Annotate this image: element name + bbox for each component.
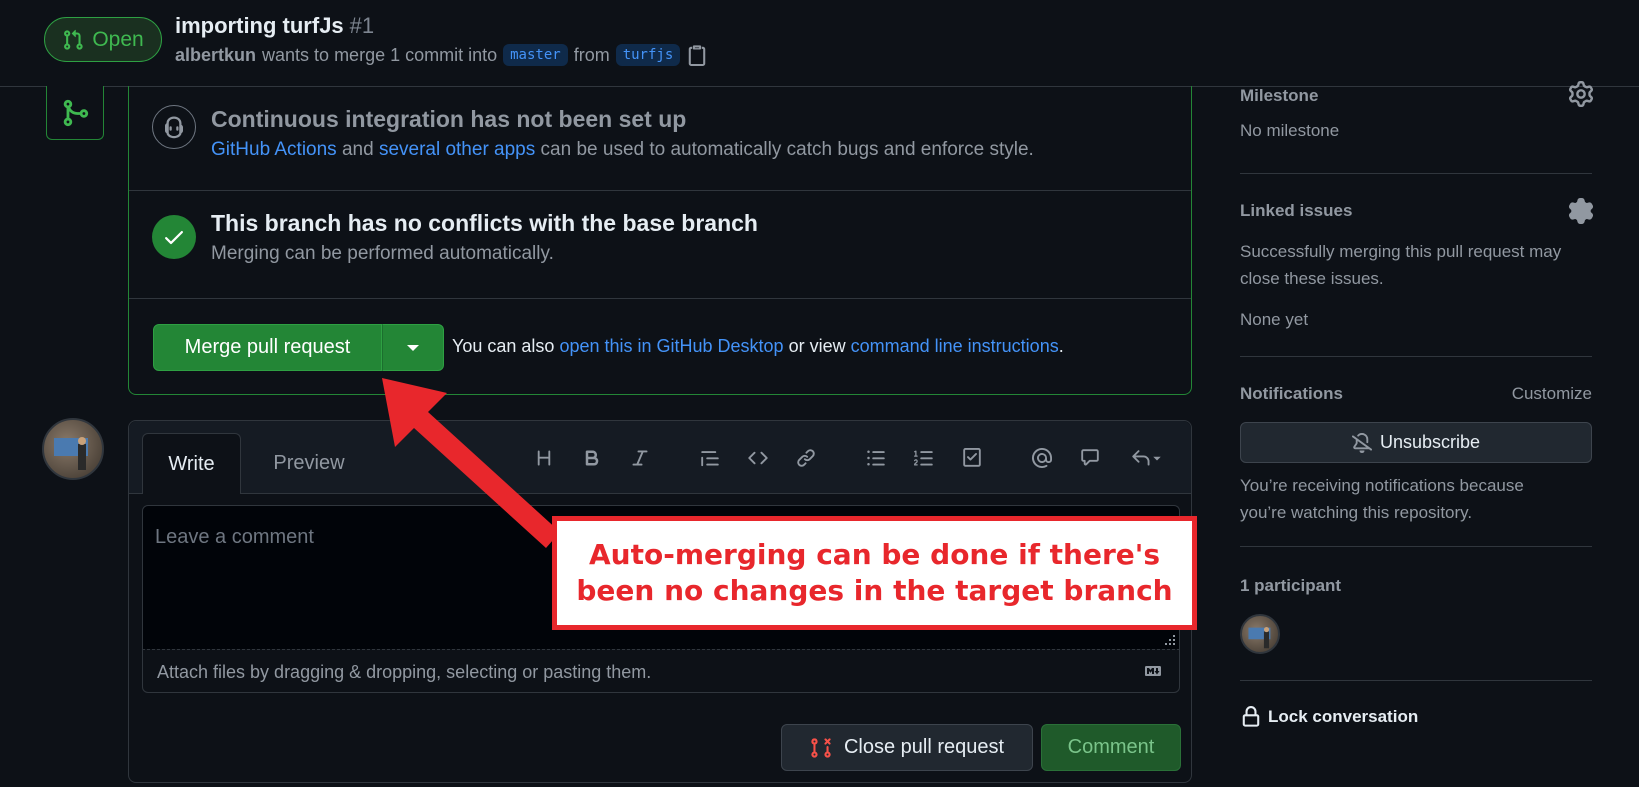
divider	[129, 190, 1191, 191]
git-pull-request-closed-icon	[811, 737, 831, 758]
task-list-icon[interactable]	[957, 443, 987, 473]
merge-panel: Continuous integration has not been set …	[128, 86, 1192, 395]
base-branch[interactable]: master	[503, 44, 568, 66]
other-apps-link[interactable]: several other apps	[379, 139, 535, 160]
git-merge-icon	[63, 99, 89, 126]
no-conflicts-description: Merging can be performed automatically.	[211, 243, 554, 264]
divider	[1240, 546, 1592, 547]
editor-toolbar: Write Preview	[129, 421, 1191, 494]
merge-text: wants to merge 1 commit into	[262, 44, 498, 65]
attach-files-text: Attach files by dragging & dropping, sel…	[157, 662, 652, 682]
pr-number: #1	[349, 13, 375, 38]
unordered-list-icon[interactable]	[861, 443, 891, 473]
annotation-callout: Auto-merging can be done if there's been…	[552, 516, 1197, 630]
link-icon[interactable]	[791, 443, 821, 473]
ci-icon	[152, 105, 196, 149]
heading-icon[interactable]	[529, 443, 559, 473]
participants-heading: 1 participant	[1240, 576, 1342, 595]
lock-conversation-link[interactable]: Lock conversation	[1240, 706, 1418, 728]
pr-subtitle: albertkun wants to merge 1 commit into m…	[175, 44, 708, 66]
notifications-description: You’re receiving notifications because y…	[1240, 476, 1524, 522]
open-desktop-link[interactable]: open this in GitHub Desktop	[559, 336, 783, 356]
github-actions-link[interactable]: GitHub Actions	[211, 139, 337, 160]
ci-description: GitHub Actions and several other apps ca…	[211, 139, 1034, 161]
ci-and-text: and	[341, 139, 374, 160]
ordered-list-icon[interactable]	[909, 443, 939, 473]
customize-link[interactable]: Customize	[1512, 380, 1592, 407]
divider	[1240, 356, 1592, 357]
gear-icon[interactable]	[1568, 81, 1594, 107]
hint-prefix: You can also	[452, 336, 555, 356]
close-pull-request-label: Close pull request	[843, 736, 1005, 758]
ci-rest-text: can be used to automatically catch bugs …	[540, 139, 1034, 160]
robot-icon	[165, 116, 183, 139]
milestone-value: No milestone	[1240, 121, 1340, 140]
divider	[1240, 680, 1592, 681]
pr-header: Open importing turfJs #1 albertkun wants …	[0, 0, 1639, 87]
command-line-link[interactable]: command line instructions	[851, 336, 1059, 356]
cross-reference-icon[interactable]	[1075, 443, 1105, 473]
lock-conversation-label: Lock conversation	[1268, 707, 1419, 726]
no-conflicts-title: This branch has no conflicts with the ba…	[211, 210, 758, 236]
copy-icon[interactable]	[686, 44, 708, 66]
check-icon	[165, 231, 183, 245]
italic-icon[interactable]	[625, 443, 655, 473]
bell-slash-icon	[1351, 432, 1372, 453]
hint-suffix: .	[1058, 336, 1064, 356]
unsubscribe-label: Unsubscribe	[1379, 432, 1481, 452]
check-circle-icon	[152, 215, 196, 259]
merge-pull-request-button[interactable]: Merge pull request	[153, 324, 382, 371]
divider	[129, 298, 1191, 299]
status-badge-label: Open	[92, 27, 144, 51]
merge-hint: You can also open this in GitHub Desktop…	[452, 336, 1064, 357]
mention-icon[interactable]	[1027, 443, 1057, 473]
quote-icon[interactable]	[695, 443, 725, 473]
attach-files-bar[interactable]: Attach files by dragging & dropping, sel…	[142, 649, 1180, 693]
avatar-image	[54, 437, 88, 470]
triangle-down-icon	[407, 344, 419, 351]
merge-status-icon-box	[46, 86, 104, 140]
hint-mid: or view	[788, 336, 846, 356]
resize-handle-icon[interactable]	[1165, 635, 1175, 645]
tab-write[interactable]: Write	[142, 433, 241, 494]
comment-button[interactable]: Comment	[1041, 724, 1181, 771]
linked-issues-value: None yet	[1240, 310, 1309, 329]
reply-icon[interactable]	[1125, 443, 1169, 473]
merge-method-dropdown[interactable]	[382, 324, 444, 371]
participant-avatar-image	[1248, 626, 1271, 649]
head-branch[interactable]: turfjs	[615, 44, 681, 66]
tab-preview[interactable]: Preview	[259, 433, 359, 493]
author-link[interactable]: albertkun	[175, 45, 256, 66]
git-pull-request-icon	[64, 29, 83, 50]
linked-issues-description: Successfully merging this pull request m…	[1240, 242, 1562, 288]
unsubscribe-button[interactable]: Unsubscribe	[1240, 422, 1592, 463]
status-badge: Open	[44, 17, 162, 62]
code-icon[interactable]	[743, 443, 773, 473]
notifications-heading: Notifications	[1240, 384, 1343, 403]
linked-issues-heading: Linked issues	[1240, 201, 1353, 220]
lock-icon	[1242, 706, 1260, 727]
divider	[1240, 173, 1592, 174]
annotation-text: Auto-merging can be done if there's been…	[576, 538, 1173, 607]
participant-avatar[interactable]	[1240, 614, 1280, 654]
ci-title: Continuous integration has not been set …	[211, 106, 687, 132]
markdown-icon[interactable]	[1141, 663, 1165, 679]
pr-title: importing turfJs #1	[175, 13, 374, 39]
milestone-heading: Milestone	[1240, 86, 1319, 105]
pr-title-text: importing turfJs	[175, 13, 344, 38]
gear-icon[interactable]	[1568, 198, 1594, 224]
close-pull-request-button[interactable]: Close pull request	[781, 724, 1033, 771]
from-text: from	[573, 44, 610, 65]
avatar[interactable]	[42, 418, 104, 480]
bold-icon[interactable]	[577, 443, 607, 473]
comment-placeholder: Leave a comment	[155, 526, 314, 548]
